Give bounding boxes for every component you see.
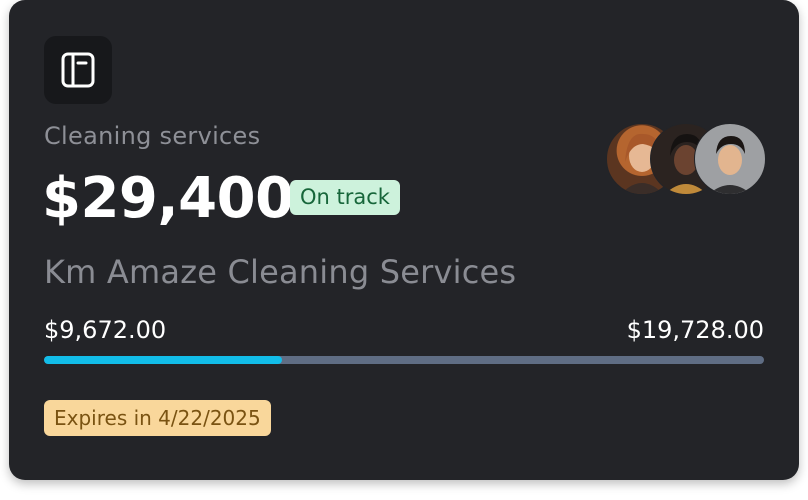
range-max-value: $19,728.00 [626, 316, 764, 344]
avatar-group[interactable] [606, 123, 766, 195]
category-label: Cleaning services [44, 122, 261, 150]
status-badge: On track [290, 180, 400, 215]
progress-fill [44, 356, 282, 364]
company-name: Km Amaze Cleaning Services [44, 253, 517, 291]
contract-amount: $29,400 [42, 166, 294, 231]
expires-badge: Expires in 4/22/2025 [44, 400, 271, 436]
progress-bar [44, 356, 764, 364]
contract-card[interactable]: Cleaning services $29,400 On track Km Am… [9, 0, 799, 480]
book-icon [44, 36, 112, 104]
range-min-value: $9,672.00 [44, 316, 167, 344]
avatar[interactable] [694, 123, 766, 195]
